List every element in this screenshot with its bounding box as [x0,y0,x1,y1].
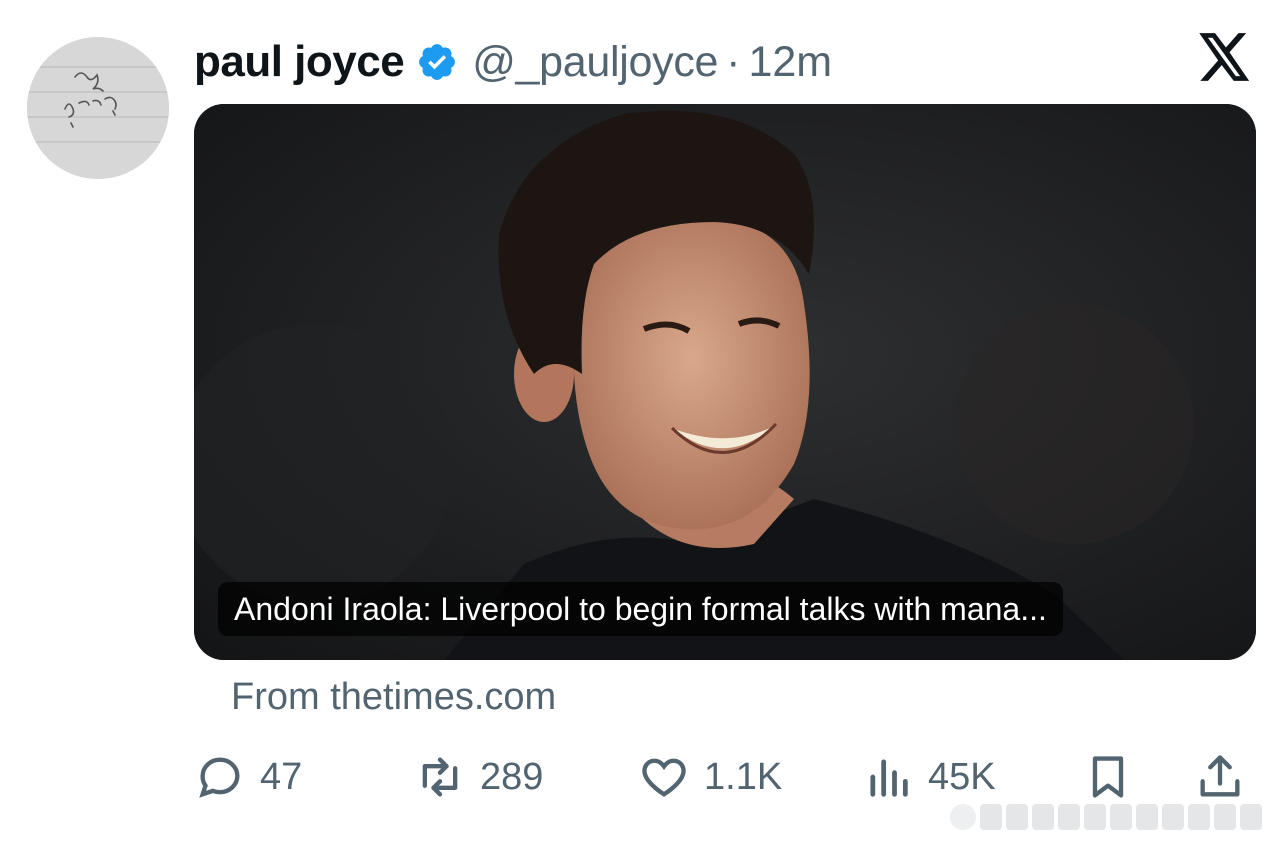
avatar-handwriting-image [27,37,169,179]
views-button[interactable]: 45K [862,748,996,806]
link-source[interactable]: From thetimes.com [231,676,556,719]
link-card-title[interactable]: Andoni Iraola: Liverpool to begin formal… [218,582,1063,636]
author-handle[interactable]: @_pauljoyce [472,38,718,87]
repost-button[interactable]: 289 [414,748,543,806]
like-count: 1.1K [704,755,783,798]
repost-icon [422,757,458,797]
share-icon [1200,755,1240,797]
link-card[interactable]: Andoni Iraola: Liverpool to begin formal… [194,104,1256,660]
like-button[interactable]: 1.1K [638,748,782,806]
author-name[interactable]: paul joyce [194,37,405,87]
heart-icon [642,758,686,797]
reply-icon [199,757,240,798]
bookmark-button[interactable] [1082,748,1134,806]
article-photo [194,104,1256,660]
tweet-header: paul joyce @_pauljoyce · 12m [194,34,832,90]
reply-button[interactable]: 47 [194,748,302,806]
avatar[interactable] [27,37,169,179]
separator-dot: · [726,37,741,86]
x-logo-icon [1199,33,1251,81]
views-icon [870,759,908,797]
views-count: 45K [928,755,996,798]
reply-count: 47 [260,755,303,798]
watermark [950,800,1262,834]
tweet-actions: 47 289 1.1K 45K [194,748,1256,808]
share-button[interactable] [1194,748,1246,806]
tweet-timestamp[interactable]: 12m [748,38,832,87]
verified-badge-icon [416,41,458,83]
repost-count: 289 [480,755,544,798]
bookmark-icon [1092,756,1124,798]
